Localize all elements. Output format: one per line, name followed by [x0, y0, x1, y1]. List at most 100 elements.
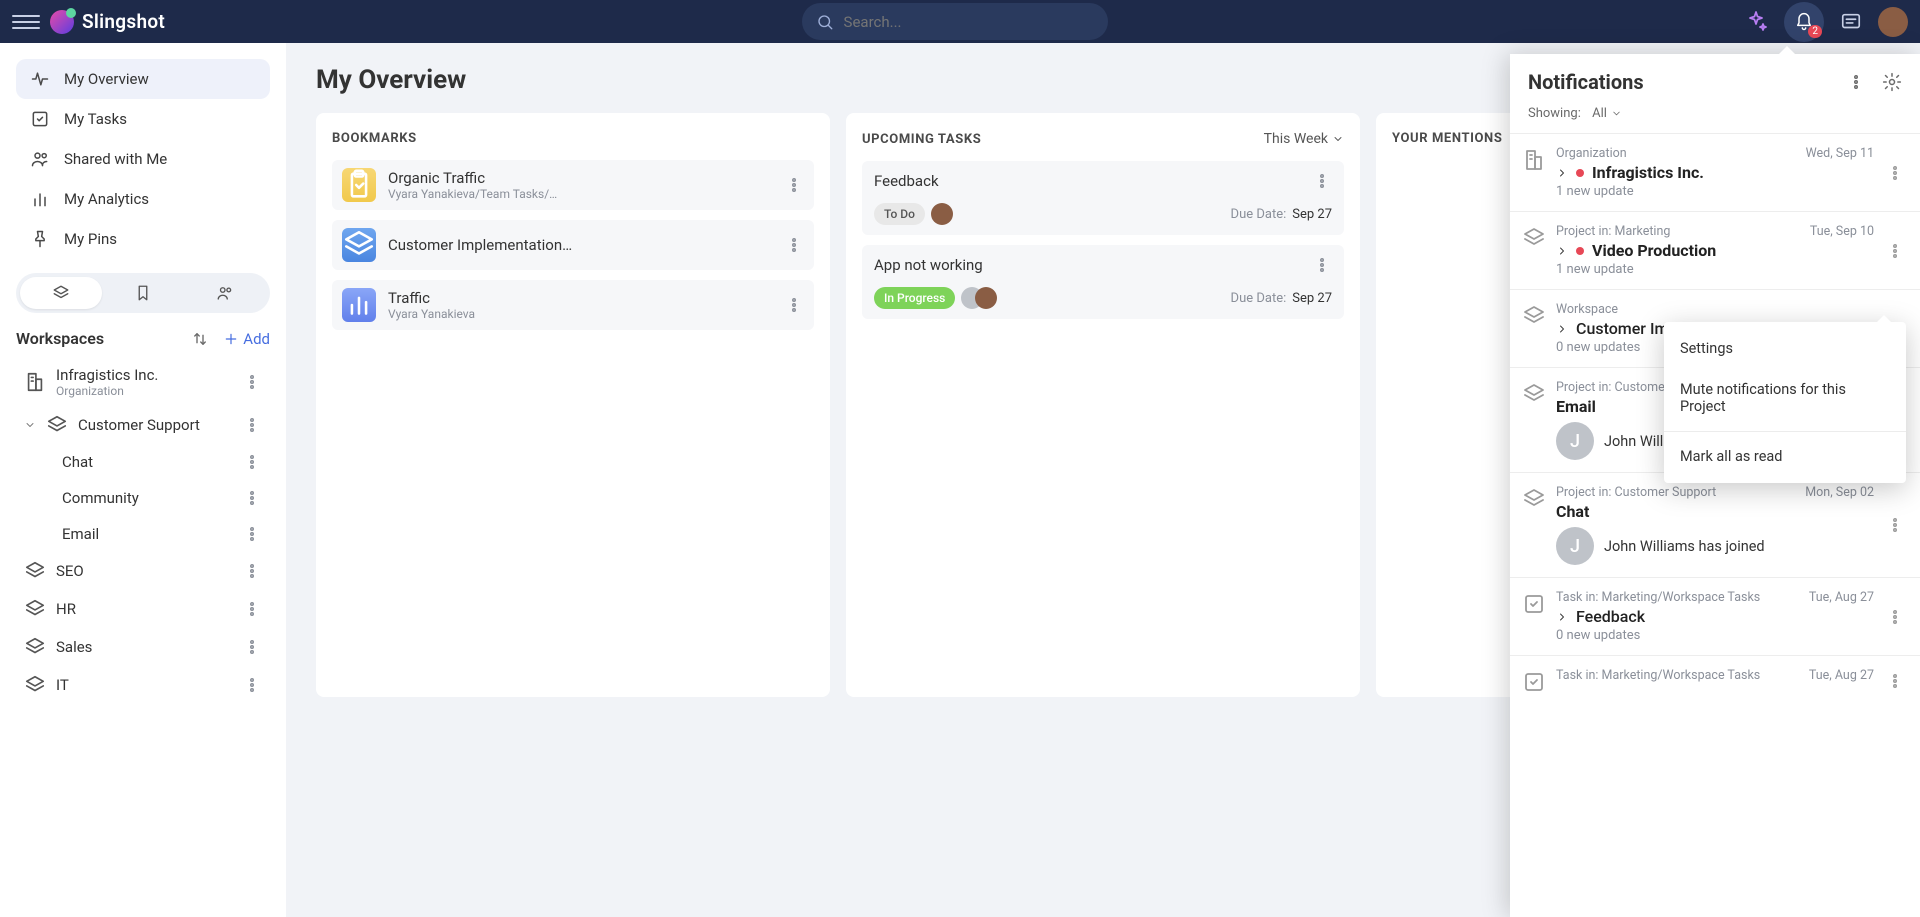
more-icon[interactable]	[242, 599, 262, 619]
people-icon	[30, 149, 50, 169]
more-icon[interactable]	[242, 637, 262, 657]
gear-icon[interactable]	[1882, 72, 1902, 92]
add-workspace[interactable]: Add	[223, 330, 270, 348]
more-icon[interactable]	[784, 175, 804, 195]
nav-analytics[interactable]: My Analytics	[16, 179, 270, 219]
pin-icon	[30, 229, 50, 249]
chat-icon[interactable]	[1840, 11, 1862, 33]
ws-it[interactable]: IT	[16, 666, 270, 704]
more-icon[interactable]	[242, 675, 262, 695]
bm-title: Customer Implementation…	[388, 236, 772, 254]
upcoming-heading: UPCOMING TASKS	[862, 132, 981, 147]
hamburger-menu[interactable]	[12, 8, 40, 36]
ws-label: IT	[56, 676, 232, 694]
status-chip: In Progress	[874, 287, 955, 309]
nav-label: My Pins	[64, 230, 117, 248]
clipboard-icon	[342, 168, 376, 202]
more-icon[interactable]	[242, 372, 262, 392]
tab-people[interactable]	[184, 277, 266, 309]
task-item[interactable]: Feedback To Do Due Date:Sep 27	[862, 161, 1344, 235]
nav-tasks[interactable]: My Tasks	[16, 99, 270, 139]
more-icon[interactable]	[242, 415, 262, 435]
bookmarks-card: BOOKMARKS Organic TrafficVyara Yanakieva…	[316, 113, 830, 697]
bookmarks-heading: BOOKMARKS	[332, 131, 417, 146]
more-icon[interactable]	[242, 452, 262, 472]
layers-icon	[342, 228, 376, 262]
ws-hr[interactable]: HR	[16, 590, 270, 628]
bell-badge: 2	[1808, 25, 1822, 38]
notifications-panel: Notifications Showing: All OrganizationW…	[1510, 54, 1920, 917]
more-icon[interactable]	[784, 295, 804, 315]
due-date: Due Date:Sep 27	[1231, 291, 1332, 306]
search-box[interactable]	[802, 3, 1108, 40]
people-icon	[216, 284, 234, 302]
ctx-settings[interactable]: Settings	[1664, 328, 1906, 369]
add-label: Add	[243, 330, 270, 348]
more-icon[interactable]	[242, 524, 262, 544]
bookmark-item[interactable]: Organic TrafficVyara Yanakieva/Team Task…	[332, 160, 814, 210]
more-icon[interactable]	[784, 235, 804, 255]
tab-workspaces[interactable]	[20, 277, 102, 309]
sparkle-icon[interactable]	[1744, 10, 1768, 34]
ws-child-label: Chat	[62, 453, 232, 471]
ws-sales[interactable]: Sales	[16, 628, 270, 666]
more-icon[interactable]	[1846, 72, 1866, 92]
barchart-icon	[342, 288, 376, 322]
header-right: 2	[1744, 2, 1908, 42]
user-avatar[interactable]	[1878, 7, 1908, 37]
notifications-list[interactable]: OrganizationWed, Sep 11Infragistics Inc.…	[1510, 133, 1920, 917]
task-title: Feedback	[874, 172, 939, 190]
ws-child-email[interactable]: Email	[16, 516, 270, 552]
workspaces-heading: Workspaces	[16, 329, 104, 348]
tab-bookmarks[interactable]	[102, 277, 184, 309]
ws-child-community[interactable]: Community	[16, 480, 270, 516]
nav-overview[interactable]: My Overview	[16, 59, 270, 99]
sidebar: My Overview My Tasks Shared with Me My A…	[0, 43, 286, 917]
notification-item[interactable]: Task in: Marketing/Workspace TasksTue, A…	[1510, 655, 1920, 706]
workspace-tree: Infragistics Inc. Organization Customer …	[16, 358, 270, 917]
ws-label: Customer Support	[78, 416, 232, 434]
search-input[interactable]	[844, 13, 1094, 31]
notification-item[interactable]: Project in: MarketingTue, Sep 10Video Pr…	[1510, 211, 1920, 289]
nav-pins[interactable]: My Pins	[16, 219, 270, 259]
nav-label: My Analytics	[64, 190, 149, 208]
bm-title: Traffic	[388, 289, 772, 307]
nav-label: My Overview	[64, 70, 149, 88]
task-item[interactable]: App not working In Progress Due Date:Sep…	[862, 245, 1344, 319]
more-icon[interactable]	[242, 561, 262, 581]
week-selector[interactable]: This Week	[1264, 131, 1344, 147]
notif-filter[interactable]: Showing: All	[1510, 100, 1920, 133]
ws-child-label: Community	[62, 489, 232, 507]
nav-label: My Tasks	[64, 110, 127, 128]
due-date: Due Date:Sep 27	[1231, 207, 1332, 222]
notifications-bell[interactable]: 2	[1784, 2, 1824, 42]
brand[interactable]: Slingshot	[50, 10, 165, 34]
org-row[interactable]: Infragistics Inc. Organization	[16, 358, 270, 406]
more-icon[interactable]	[1312, 171, 1332, 191]
chart-icon	[30, 189, 50, 209]
chevron-down-icon	[24, 419, 36, 431]
notification-item[interactable]: OrganizationWed, Sep 11Infragistics Inc.…	[1510, 133, 1920, 211]
ws-label: SEO	[56, 562, 232, 580]
bm-sub: Vyara Yanakieva	[388, 307, 772, 321]
bm-title: Organic Traffic	[388, 169, 772, 187]
ctx-mute[interactable]: Mute notifications for this Project	[1664, 369, 1906, 427]
ws-label: Sales	[56, 638, 232, 656]
bookmark-item[interactable]: Customer Implementation…	[332, 220, 814, 270]
layers-icon	[24, 674, 46, 696]
ctx-mark-read[interactable]: Mark all as read	[1664, 436, 1906, 477]
ws-child-chat[interactable]: Chat	[16, 444, 270, 480]
notification-item[interactable]: Project in: Customer SupportMon, Sep 02C…	[1510, 472, 1920, 577]
search-icon	[816, 13, 834, 31]
building-icon	[24, 371, 46, 393]
ws-seo[interactable]: SEO	[16, 552, 270, 590]
nav-shared[interactable]: Shared with Me	[16, 139, 270, 179]
notification-item[interactable]: Task in: Marketing/Workspace TasksTue, A…	[1510, 577, 1920, 655]
nav-label: Shared with Me	[64, 150, 167, 168]
ws-customer-support[interactable]: Customer Support	[16, 406, 270, 444]
sort-icon[interactable]	[191, 330, 209, 348]
more-icon[interactable]	[242, 488, 262, 508]
mentions-heading: YOUR MENTIONS	[1392, 131, 1502, 146]
bookmark-item[interactable]: TrafficVyara Yanakieva	[332, 280, 814, 330]
more-icon[interactable]	[1312, 255, 1332, 275]
